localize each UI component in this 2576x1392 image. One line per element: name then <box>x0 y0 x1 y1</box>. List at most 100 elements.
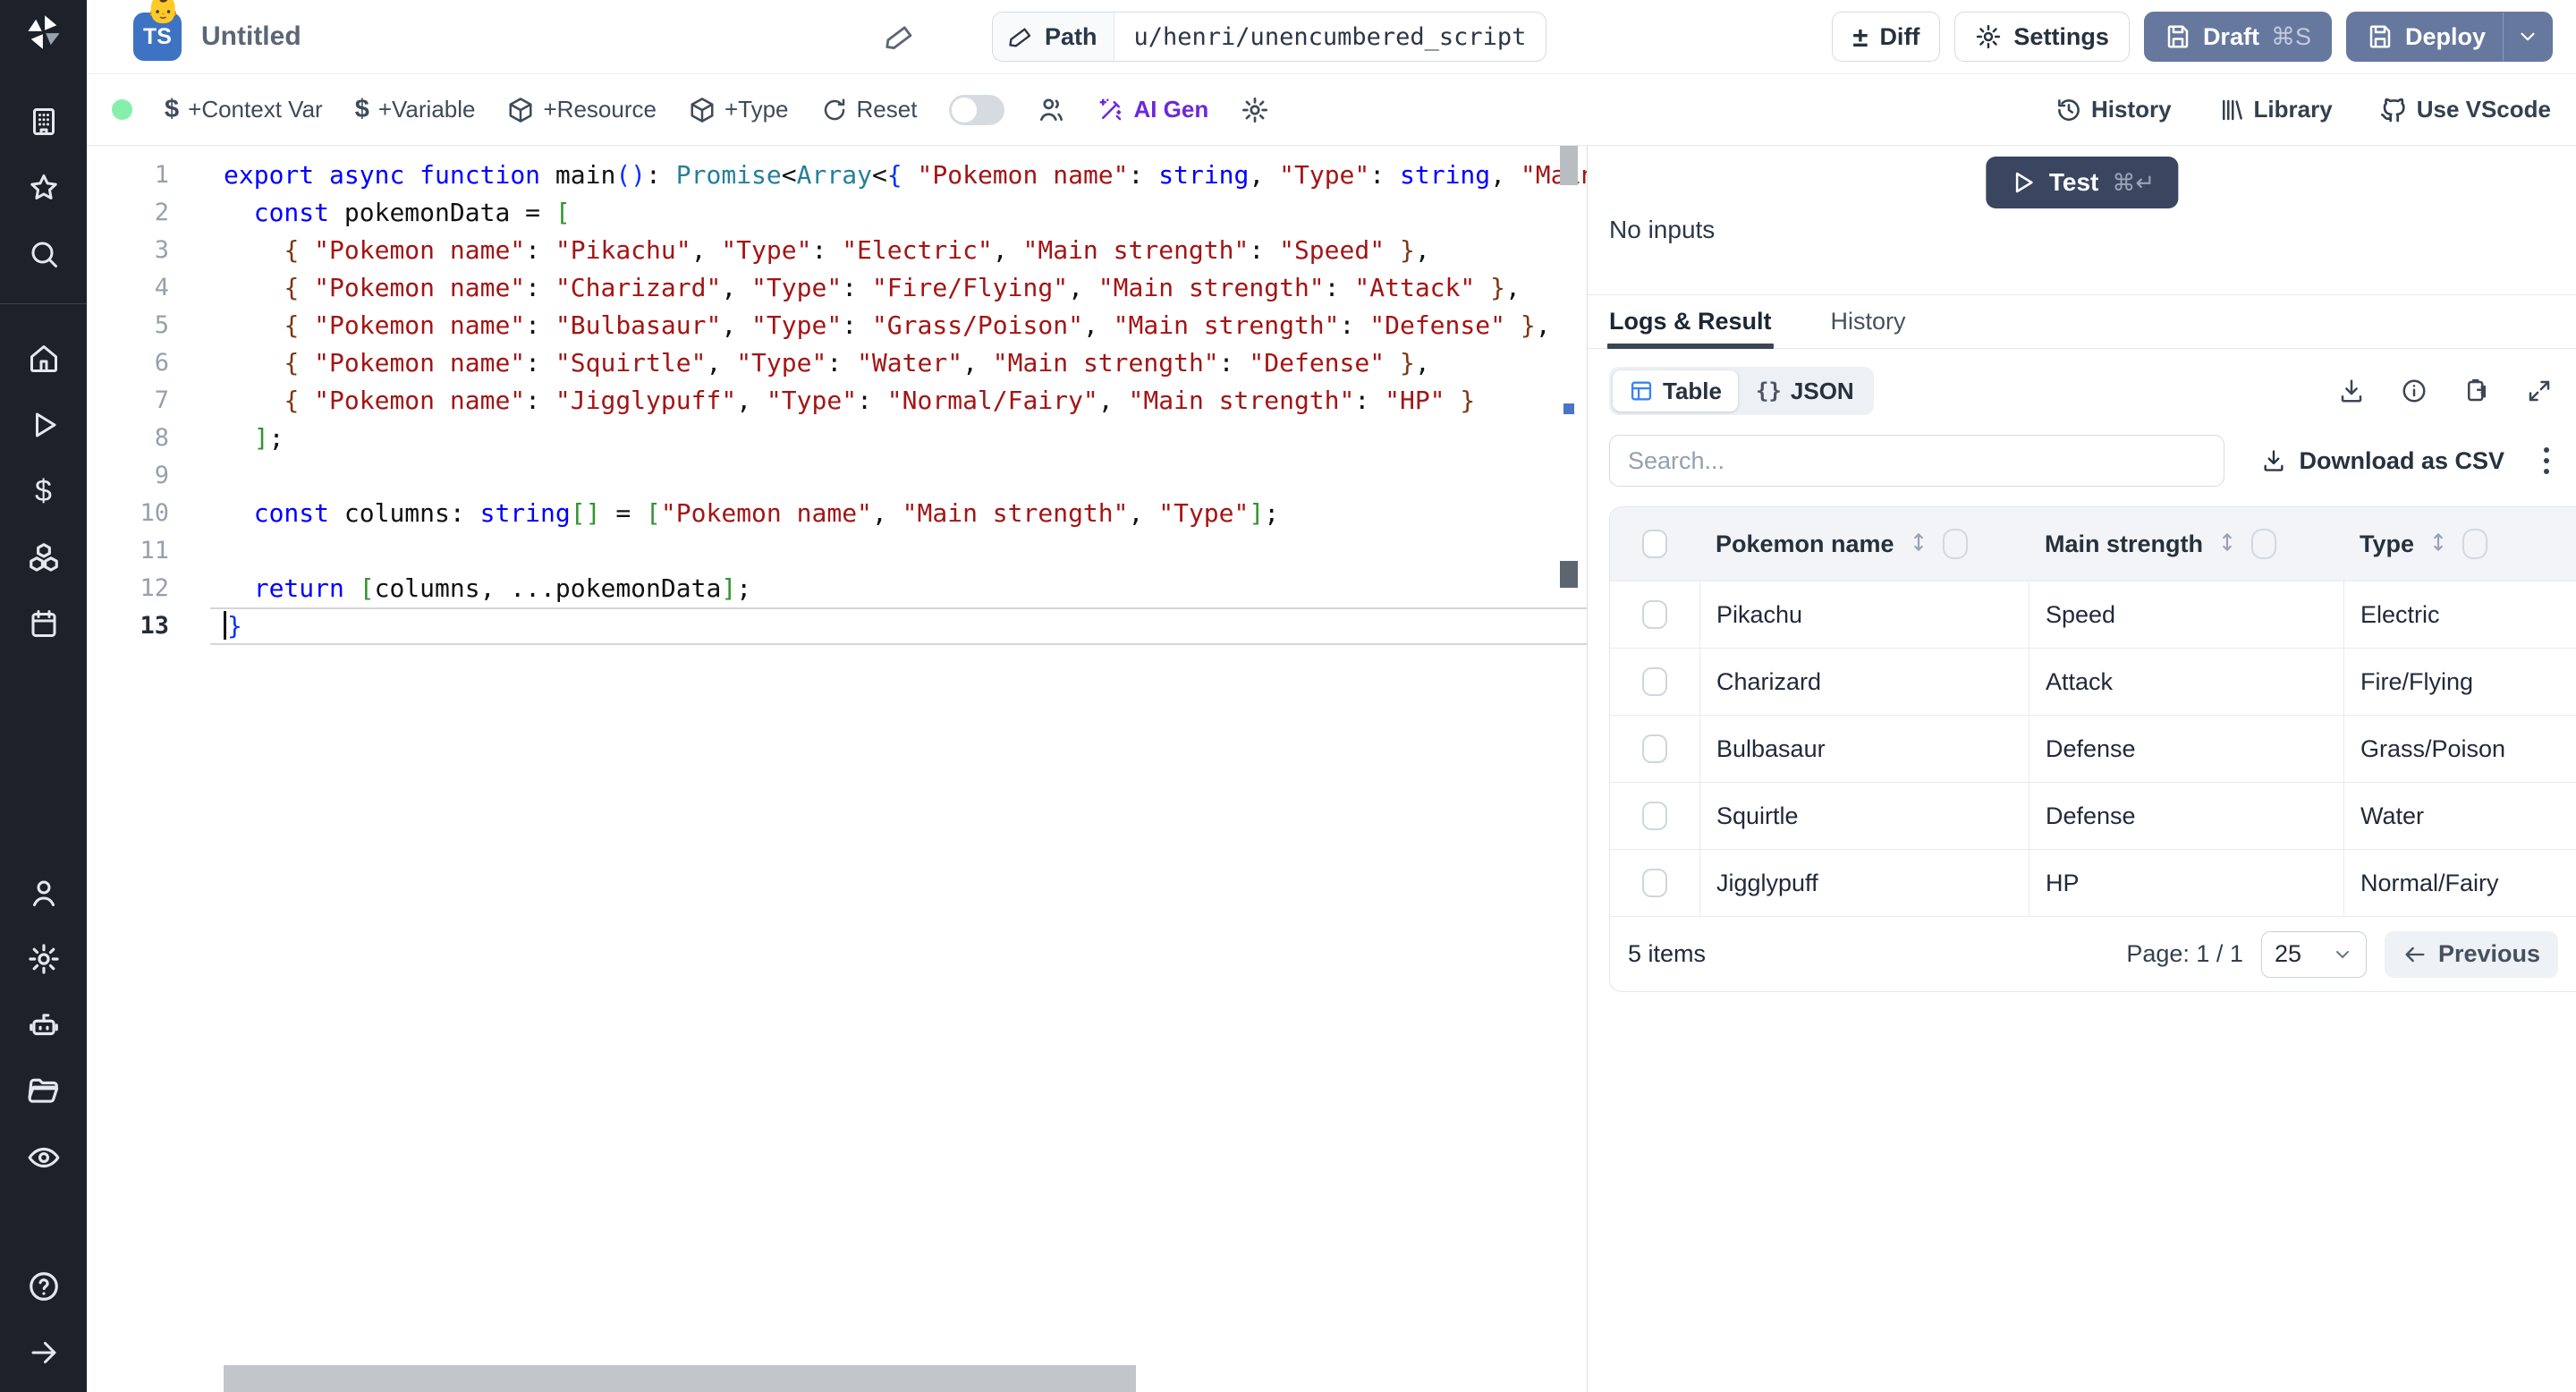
row-checkbox[interactable] <box>1642 734 1667 763</box>
draft-button[interactable]: Draft ⌘S <box>2143 12 2332 62</box>
path-field[interactable]: Path u/henri/unencumbered_script <box>992 12 1547 62</box>
sort-icon[interactable] <box>1907 530 1930 558</box>
previous-page-button[interactable]: Previous <box>2384 930 2558 978</box>
page-size-select[interactable]: 25 <box>2260 930 2367 978</box>
path-value[interactable]: u/henri/unencumbered_script <box>1114 13 1546 61</box>
schedules-calendar-icon[interactable] <box>24 604 64 643</box>
column-toggle[interactable] <box>1942 529 1968 559</box>
code-line[interactable] <box>87 457 1587 495</box>
row-checkbox[interactable] <box>1642 869 1667 897</box>
deploy-dropdown[interactable] <box>2503 13 2539 61</box>
download-csv-button[interactable]: Download as CSV <box>2261 447 2504 475</box>
history-button[interactable]: History <box>2055 96 2172 123</box>
add-context-var-button[interactable]: $ +Context Var <box>165 95 323 124</box>
library-button[interactable]: Library <box>2218 96 2333 123</box>
tab-logs-result[interactable]: Logs & Result <box>1607 295 1774 349</box>
code-line[interactable]: const pokemonData = [ <box>87 194 1587 232</box>
edit-summary-pencil-icon[interactable] <box>886 21 916 56</box>
row-checkbox[interactable] <box>1642 600 1667 629</box>
table-icon <box>1631 381 1652 401</box>
add-resource-button[interactable]: +Resource <box>507 96 657 123</box>
code-line[interactable]: ]; <box>87 420 1587 457</box>
search-icon[interactable] <box>24 234 64 274</box>
reset-button[interactable]: Reset <box>821 96 917 123</box>
deploy-button[interactable]: Deploy <box>2345 12 2553 62</box>
code-line[interactable]: const columns: string[] = ["Pokemon name… <box>87 495 1587 532</box>
help-icon[interactable] <box>24 1267 64 1306</box>
add-variable-button[interactable]: $ +Variable <box>355 95 476 124</box>
row-checkbox[interactable] <box>1642 802 1667 830</box>
code-line[interactable]: { "Pokemon name": "Bulbasaur", "Type": "… <box>87 307 1587 344</box>
expand-icon[interactable] <box>2526 378 2553 404</box>
copy-clipboard-icon[interactable] <box>2463 378 2490 404</box>
code-editor[interactable]: 1 2 3 4 5 6 7 8 9 10 11 12 13 export async function … <box>87 146 1588 1392</box>
table-row[interactable]: Pikachu Speed Electric <box>1610 581 2576 648</box>
app-window: $ TS 👶 Untitled Path u/henri/unencumbere… <box>0 0 2576 1392</box>
table-cell: Charizard <box>1699 649 2029 715</box>
tab-history[interactable]: History <box>1831 295 1906 348</box>
table-header-row: Pokemon name Main strength Type <box>1610 507 2576 581</box>
windmill-logo-icon[interactable] <box>24 13 64 56</box>
table-row[interactable]: Charizard Attack Fire/Flying <box>1610 648 2576 715</box>
scrollbar-thumb[interactable] <box>1560 146 1578 185</box>
table-cell: Jigglypuff <box>1699 850 2029 916</box>
ai-gen-button[interactable]: AI Gen <box>1097 96 1208 123</box>
use-vscode-button[interactable]: Use VScode <box>2379 96 2551 124</box>
collaboration-toggle[interactable] <box>949 94 1005 125</box>
folders-icon[interactable] <box>24 1072 64 1111</box>
draft-button-label: Draft <box>2202 22 2259 50</box>
table-row[interactable]: Jigglypuff HP Normal/Fairy <box>1610 849 2576 916</box>
code-line[interactable]: export async function main(): Promise<Ar… <box>87 157 1587 194</box>
column-toggle[interactable] <box>2462 529 2488 559</box>
result-controls: Table {} JSON <box>1609 367 2576 415</box>
sidebar-divider <box>0 303 87 304</box>
sort-icon[interactable] <box>2427 530 2450 558</box>
editor-vertical-scrollbar[interactable] <box>1560 146 1578 1392</box>
column-toggle[interactable] <box>2251 529 2277 559</box>
runs-play-icon[interactable] <box>24 405 64 445</box>
collaborators-button[interactable] <box>1037 96 1065 124</box>
search-input[interactable] <box>1609 435 2224 487</box>
user-icon[interactable] <box>24 873 64 912</box>
sort-icon[interactable] <box>2216 530 2239 558</box>
code-line[interactable] <box>87 532 1587 570</box>
code-line[interactable]: { "Pokemon name": "Squirtle", "Type": "W… <box>87 344 1587 382</box>
test-button[interactable]: Test ⌘↵ <box>1985 157 2179 208</box>
test-button-label: Test <box>2048 168 2099 196</box>
audit-eye-icon[interactable] <box>24 1138 64 1177</box>
view-toggle-table[interactable]: Table <box>1613 370 1738 412</box>
code-line[interactable]: { "Pokemon name": "Charizard", "Type": "… <box>87 269 1587 307</box>
info-icon[interactable] <box>2401 378 2428 404</box>
add-type-button[interactable]: +Type <box>689 96 789 123</box>
settings-button[interactable]: Settings <box>1954 12 2130 62</box>
collapse-arrow-icon[interactable] <box>24 1333 64 1372</box>
diff-button[interactable]: ± Diff <box>1832 12 1941 62</box>
view-toggle-json[interactable]: {} JSON <box>1740 370 1870 412</box>
code-line[interactable]: } <box>210 607 1587 645</box>
select-all-checkbox[interactable] <box>1642 530 1667 558</box>
table-options-kebab-icon[interactable] <box>2540 444 2553 478</box>
home-icon[interactable] <box>24 339 64 378</box>
download-icon[interactable] <box>2338 378 2365 404</box>
variables-icon[interactable]: $ <box>24 471 64 511</box>
settings-gear-icon[interactable] <box>24 939 64 979</box>
package-icon <box>509 97 532 123</box>
workspace-icon[interactable] <box>24 102 64 141</box>
editor-settings-button[interactable] <box>1241 96 1269 124</box>
diff-button-label: Diff <box>1879 22 1920 50</box>
code-line[interactable]: return [columns, ...pokemonData]; <box>87 570 1587 607</box>
table-row[interactable]: Bulbasaur Defense Grass/Poison <box>1610 715 2576 782</box>
code-line[interactable]: { "Pokemon name": "Jigglypuff", "Type": … <box>87 382 1587 420</box>
gear-icon <box>1977 24 2001 49</box>
resources-boxes-icon[interactable] <box>24 538 64 577</box>
code-lines: export async function main(): Promise<Ar… <box>87 157 1587 645</box>
favorites-star-icon[interactable] <box>24 168 64 208</box>
settings-button-label: Settings <box>2013 22 2109 50</box>
editor-horizontal-scrollbar[interactable] <box>224 1365 1136 1392</box>
table-row[interactable]: Squirtle Defense Water <box>1610 782 2576 849</box>
code-line[interactable]: { "Pokemon name": "Pikachu", "Type": "El… <box>87 232 1587 269</box>
workers-robot-icon[interactable] <box>24 1006 64 1045</box>
edit-path-pencil-icon <box>1009 28 1031 47</box>
row-checkbox[interactable] <box>1642 667 1667 696</box>
history-clock-icon <box>2058 98 2080 121</box>
